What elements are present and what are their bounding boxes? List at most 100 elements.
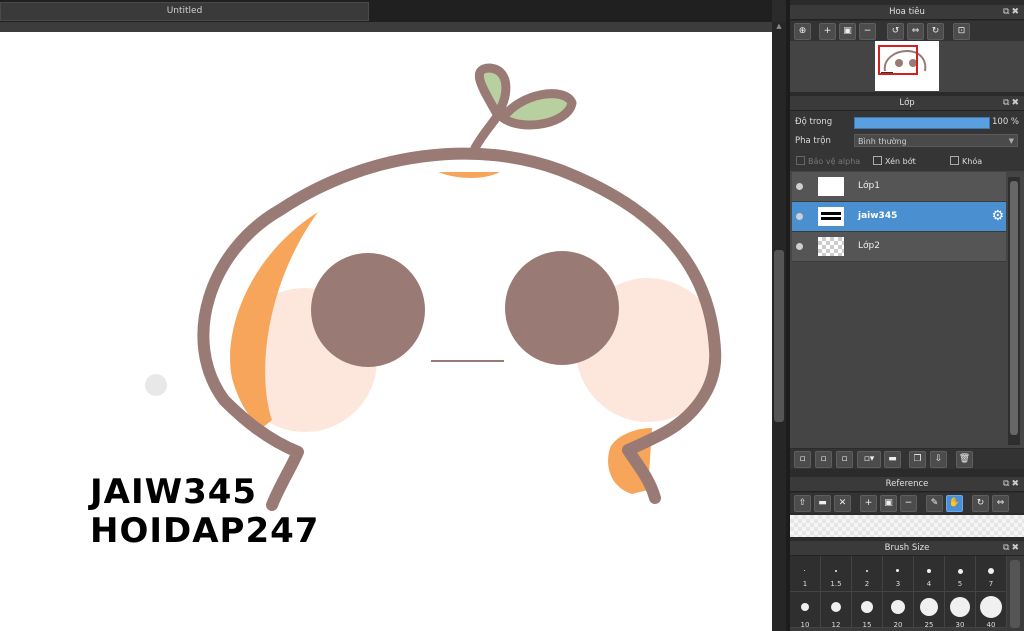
brush-size-label: 3 [895, 580, 901, 588]
rotate-icon[interactable]: ↻ [972, 495, 989, 512]
brush-grid-scrollbar[interactable] [1010, 560, 1020, 628]
layers-header: Lớp ⧉✖ [790, 96, 1024, 111]
duplicate-layer-icon[interactable]: ❐ [909, 451, 926, 468]
scrollbar-thumb[interactable] [774, 250, 784, 422]
blend-label: Pha trộn [795, 136, 831, 146]
canvas-vertical-scrollbar[interactable]: ▲ [772, 22, 786, 631]
hand-icon[interactable]: ✋ [946, 495, 963, 512]
brush-size-cell[interactable]: 4 [914, 556, 945, 592]
new-layer-1bit-icon[interactable]: ▫ [836, 451, 853, 468]
visibility-eye-icon[interactable] [796, 183, 803, 190]
navigator-thumbnail[interactable] [875, 41, 939, 91]
navigator-header: Hoa tiêu ⧉✖ [790, 5, 1024, 20]
zoom-in-icon[interactable]: + [819, 23, 836, 40]
panel-controls[interactable]: ⧉✖ [1003, 5, 1021, 19]
clipping-checkbox[interactable]: Xén bớt [873, 156, 916, 166]
zoom-in-icon[interactable]: + [860, 495, 877, 512]
protect-alpha-label: Bảo vệ alpha [808, 157, 861, 166]
navigator-preview[interactable] [790, 41, 1024, 92]
open-folder-icon[interactable]: ▬ [814, 495, 831, 512]
scrollbar-thumb[interactable] [1010, 181, 1018, 435]
brush-size-cell[interactable]: 1 [790, 556, 821, 592]
new-layer-icon[interactable]: ▫ [794, 451, 811, 468]
zoom-out-icon[interactable]: − [859, 23, 876, 40]
watermark-line-1: JAIW345 [90, 472, 258, 512]
brush-size-grid: 1 1.5 2 3 4 5 7 10 12 15 20 25 30 40 [790, 556, 1024, 631]
rotate-left-icon[interactable]: ↺ [887, 23, 904, 40]
brush-size-cell[interactable]: 3 [883, 556, 914, 592]
layer-row[interactable]: Lớp2 [792, 232, 1006, 262]
layer-row-selected[interactable]: jaiw345 ⚙ [792, 202, 1006, 232]
clipping-label: Xén bớt [885, 157, 916, 166]
layer-thumbnail [818, 207, 844, 226]
close-icon[interactable]: ✕ [834, 495, 851, 512]
leaf-left [474, 63, 511, 119]
drawing-canvas[interactable]: JAIW345 HOIDAP247 [0, 32, 772, 631]
upload-icon[interactable]: ⇧ [794, 495, 811, 512]
brush-size-cell[interactable]: 40 [976, 592, 1007, 629]
reference-title: Reference [885, 479, 929, 489]
brush-size-label: 10 [800, 621, 810, 629]
viewport-rectangle[interactable] [878, 45, 918, 75]
brush-size-title: Brush Size [884, 543, 930, 553]
new-layer-8bit-icon[interactable]: ▫ [815, 451, 832, 468]
brush-size-label: 30 [955, 621, 965, 629]
scroll-up-icon[interactable]: ▲ [775, 22, 783, 30]
protect-alpha-checkbox[interactable]: Bảo vệ alpha [796, 156, 860, 166]
brush-size-cell[interactable]: 7 [976, 556, 1007, 592]
layer-list: Lớp1 jaiw345 ⚙ Lớp2 [790, 171, 1024, 448]
reference-header: Reference ⧉✖ [790, 477, 1024, 492]
brush-size-cell[interactable]: 25 [914, 592, 945, 629]
eye-left [311, 253, 425, 367]
brush-size-label: 2 [864, 580, 870, 588]
panel-controls[interactable]: ⧉✖ [1003, 477, 1021, 491]
zoom-search-icon[interactable]: ⊕ [794, 23, 811, 40]
brush-size-cell[interactable]: 30 [945, 592, 976, 629]
brush-size-label: 15 [862, 621, 872, 629]
reset-view-icon[interactable]: ⊡ [953, 23, 970, 40]
visibility-eye-icon[interactable] [796, 213, 803, 220]
eyedropper-icon[interactable]: ✎ [926, 495, 943, 512]
layer-name: Lớp1 [858, 181, 880, 191]
zoom-out-icon[interactable]: − [900, 495, 917, 512]
brush-size-cell[interactable]: 12 [821, 592, 852, 629]
visibility-eye-icon[interactable] [796, 243, 803, 250]
add-layer-menu-icon[interactable]: ▫▾ [857, 451, 881, 468]
brush-size-cell[interactable]: 2 [852, 556, 883, 592]
fit-screen-icon[interactable]: ▣ [839, 23, 856, 40]
layer-list-scrollbar[interactable] [1008, 177, 1020, 445]
opacity-slider[interactable] [854, 117, 990, 129]
lock-checkbox[interactable]: Khóa [950, 156, 982, 166]
fit-screen-icon[interactable]: ▣ [880, 495, 897, 512]
panel-controls[interactable]: ⧉✖ [1003, 96, 1021, 110]
brush-size-cell[interactable]: 20 [883, 592, 914, 629]
brush-size-label: 25 [924, 621, 934, 629]
thumbnail-text [821, 212, 841, 220]
gear-icon[interactable]: ⚙ [991, 208, 1004, 224]
flip-icon[interactable]: ⇔ [907, 23, 924, 40]
brush-size-cell[interactable]: 1.5 [821, 556, 852, 592]
chevron-down-icon: ▼ [1008, 137, 1014, 145]
layer-row[interactable]: Lớp1 [792, 172, 1006, 202]
blend-mode-select[interactable]: Bình thường ▼ [854, 134, 1018, 147]
layer-name: jaiw345 [858, 211, 898, 221]
brush-size-cell[interactable]: 10 [790, 592, 821, 629]
orange-top [438, 172, 500, 178]
leaf-right [498, 89, 577, 130]
brush-size-header: Brush Size ⧉✖ [790, 541, 1024, 556]
opacity-label: Độ trong [795, 117, 833, 127]
flip-icon[interactable]: ⇔ [992, 495, 1009, 512]
watermark-line-2: HOIDAP247 [90, 511, 320, 551]
delete-layer-icon[interactable]: 🗑 [956, 451, 973, 468]
merge-down-icon[interactable]: ⇩ [930, 451, 947, 468]
rotate-right-icon[interactable]: ↻ [927, 23, 944, 40]
new-folder-icon[interactable]: ▬ [884, 451, 901, 468]
brush-size-label: 1.5 [830, 580, 842, 588]
brush-size-cell[interactable]: 5 [945, 556, 976, 592]
panel-controls[interactable]: ⧉✖ [1003, 541, 1021, 555]
reference-image-area[interactable] [790, 515, 1024, 537]
tab-untitled[interactable]: Untitled [0, 2, 369, 21]
brush-size-cell[interactable]: 15 [852, 592, 883, 629]
brush-size-label: 5 [957, 580, 963, 588]
blend-mode-value: Bình thường [858, 137, 907, 146]
